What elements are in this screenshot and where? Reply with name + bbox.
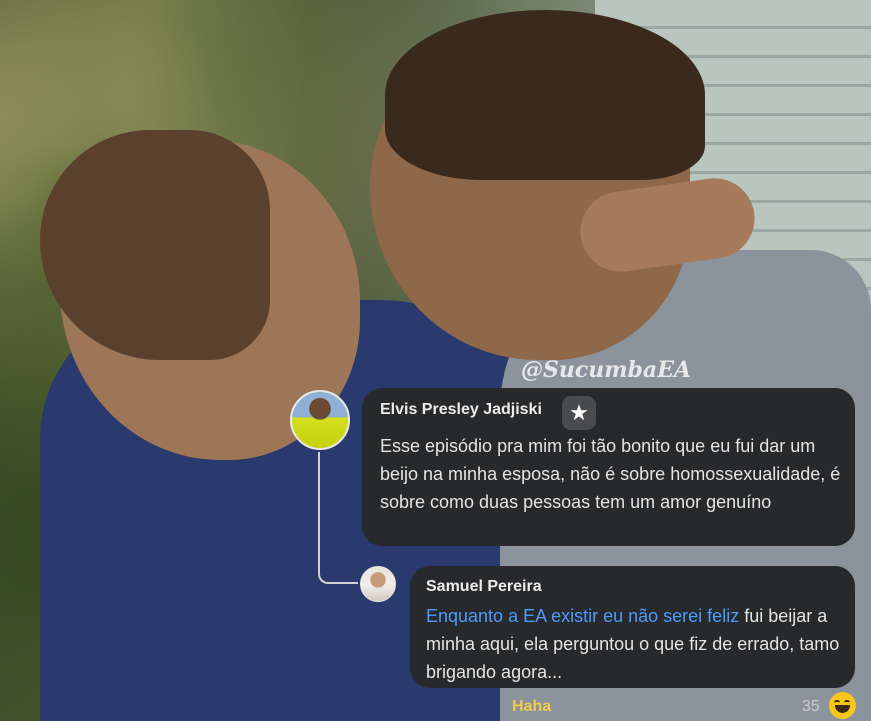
laughing-emoji-icon[interactable]	[829, 692, 856, 719]
reaction-count[interactable]: 35	[802, 698, 820, 716]
comment-author[interactable]: Elvis Presley Jadjiski	[380, 401, 542, 419]
comment-bubble[interactable]: Elvis Presley Jadjiski ★ Esse episódio p…	[362, 388, 855, 546]
thread-connector	[318, 452, 358, 584]
haha-reaction-button[interactable]: Haha	[512, 698, 551, 716]
watermark: @SucumbaEA	[521, 357, 692, 383]
reply-bubble[interactable]: Samuel Pereira Enquanto a EA existir eu …	[410, 566, 855, 688]
comment-text: Esse episódio pra mim foi tão bonito que…	[380, 436, 841, 512]
reply-mention-link[interactable]: Enquanto a EA existir eu não serei feliz	[426, 606, 739, 626]
reply-text: Enquanto a EA existir eu não serei feliz…	[426, 602, 846, 686]
avatar-samuel[interactable]	[360, 566, 396, 602]
star-icon: ★	[562, 396, 596, 430]
avatar-elvis[interactable]	[290, 390, 350, 450]
reply-author[interactable]: Samuel Pereira	[426, 578, 542, 596]
person-right-hair	[385, 10, 705, 180]
